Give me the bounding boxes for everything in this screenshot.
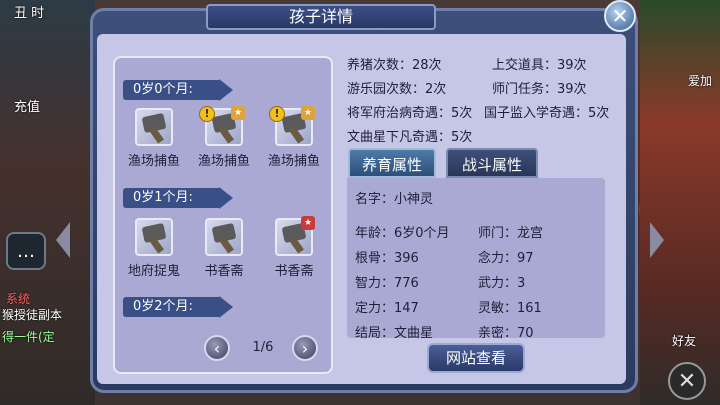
activity-label: 渔场捕鱼 [197, 154, 250, 169]
activity-item[interactable]: 书香斋 [187, 218, 261, 279]
activity-item[interactable]: ! ★ 渔场捕鱼 [187, 106, 261, 169]
age-tab: 0岁0个月: [123, 80, 219, 100]
info-focus: 念力：97 [478, 251, 534, 266]
activity-label: 书香斋 [204, 264, 244, 279]
stat-sect-tasks: 师门任务：39次 [492, 82, 587, 97]
next-page-button[interactable]: › [292, 335, 318, 361]
info-age: 年龄：6岁0个月 [355, 226, 450, 241]
website-view-button[interactable]: 网站查看 [427, 343, 525, 373]
axe-icon [205, 218, 243, 256]
event-text: 猴授徒副本 [2, 308, 63, 322]
age-tab-arrow-icon [219, 79, 233, 101]
axe-icon [135, 218, 173, 256]
activity-label: 渔场捕鱼 [267, 154, 320, 169]
activity-label: 地府捉鬼 [127, 264, 180, 279]
recharge-label[interactable]: 充值 [14, 96, 40, 115]
activity-item[interactable]: 渔场捕鱼 [117, 108, 191, 169]
stat-items-submitted: 上交道具：39次 [492, 58, 587, 73]
event-text-2: 得一件(定 [2, 330, 55, 344]
activity-label: 渔场捕鱼 [127, 154, 180, 169]
tab-combat[interactable]: 战斗属性 [446, 148, 538, 178]
growth-timeline[interactable] [113, 56, 333, 374]
stat-general-adventure: 将军府治病奇遇：5次 [347, 106, 473, 121]
stat-academy-adventure: 国子监入学奇遇：5次 [484, 106, 610, 121]
activity-item[interactable]: ★ 书香斋 [257, 216, 331, 279]
info-bone: 根骨：396 [355, 251, 419, 266]
age-tab: 0岁1个月: [123, 188, 219, 208]
right-top-label: 爱加 [688, 74, 713, 88]
info-ending: 结局：文曲星 [355, 326, 434, 341]
info-name: 名字：小神灵 [355, 192, 434, 207]
next-child-arrow-icon[interactable] [650, 222, 664, 258]
tab-nurture[interactable]: 养育属性 [348, 148, 436, 178]
activity-item[interactable]: 地府捉鬼 [117, 218, 191, 279]
close-hud-icon[interactable]: ✕ [668, 362, 706, 400]
page-indicator: 1/6 [252, 340, 274, 355]
info-sect: 师门：龙宫 [478, 226, 544, 241]
prev-page-button[interactable]: ‹ [204, 335, 230, 361]
prev-child-arrow-icon[interactable] [56, 222, 70, 258]
axe-icon [135, 108, 173, 146]
age-tab-arrow-icon [219, 296, 233, 318]
stat-playground: 游乐园次数：2次 [347, 82, 447, 97]
red-badge-icon: ★ [301, 216, 315, 230]
time-label: 丑 时 [14, 6, 45, 21]
close-button[interactable]: ✕ [604, 0, 636, 32]
stat-wenqu-adventure: 文曲星下凡奇遇：5次 [347, 130, 473, 145]
stat-pig-raise: 养猪次数：28次 [347, 58, 442, 73]
activity-label: 书香斋 [274, 264, 314, 279]
info-force: 武力：3 [478, 276, 526, 291]
friend-label[interactable]: 好友 [672, 332, 696, 349]
reward-badge-icon: ★ [231, 106, 245, 120]
axe-icon: ! ★ [269, 106, 315, 146]
info-agility: 灵敏：161 [478, 301, 542, 316]
axe-icon: ★ [275, 216, 315, 256]
activity-item[interactable]: ! ★ 渔场捕鱼 [257, 106, 331, 169]
dialog-title: 孩子详情 [206, 4, 436, 30]
info-intellect: 智力：776 [355, 276, 419, 291]
warning-icon: ! [269, 106, 285, 122]
event-red-label: 系统 [6, 292, 31, 306]
chat-bubble-icon[interactable]: … [6, 232, 46, 270]
age-tab-arrow-icon [219, 187, 233, 209]
axe-icon: ! ★ [199, 106, 245, 146]
warning-icon: ! [199, 106, 215, 122]
info-intimacy: 亲密：70 [478, 326, 534, 341]
info-composure: 定力：147 [355, 301, 419, 316]
age-tab: 0岁2个月: [123, 297, 219, 317]
reward-badge-icon: ★ [301, 106, 315, 120]
